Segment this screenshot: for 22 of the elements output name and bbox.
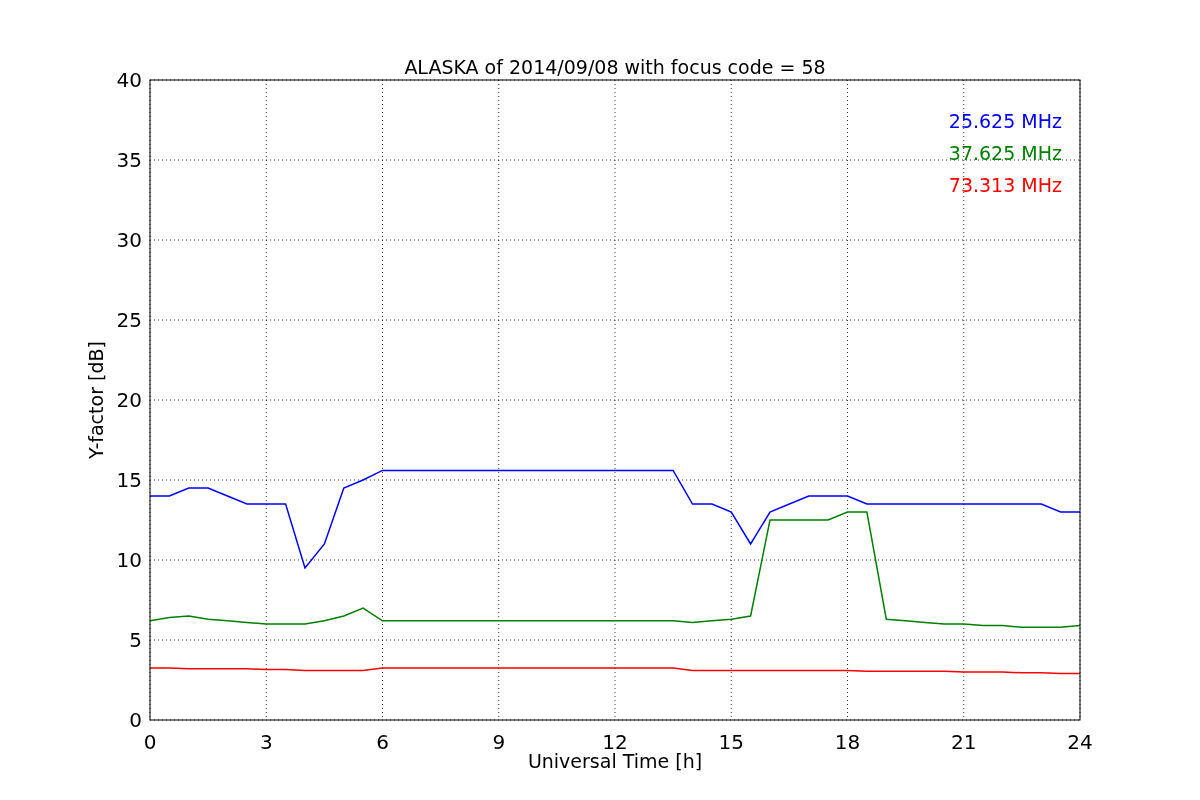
legend-label: 37.625 MHz — [948, 142, 1062, 164]
tick-label: 5 — [129, 628, 142, 652]
tick-label: 15 — [116, 468, 142, 492]
tick-label: 30 — [116, 228, 142, 252]
tick-label: 0 — [129, 708, 142, 732]
y-axis-label: Y-factor [dB] — [85, 341, 107, 459]
chart-title: ALASKA of 2014/09/08 with focus code = 58 — [404, 56, 826, 78]
tick-label: 6 — [376, 730, 389, 754]
tick-label: 3 — [259, 730, 273, 754]
tick-label: 35 — [116, 148, 142, 172]
tick-label: 25 — [116, 308, 142, 332]
tick-label: 21 — [951, 730, 977, 754]
tick-label: 10 — [116, 548, 142, 572]
tick-label: 24 — [1067, 730, 1093, 754]
tick-label: 40 — [116, 68, 142, 92]
tick-label: 0 — [143, 730, 157, 754]
tick-label: 18 — [834, 730, 861, 754]
tick-label: 9 — [492, 730, 506, 754]
tick-label: 20 — [116, 388, 142, 412]
tick-label: 15 — [718, 730, 744, 754]
legend-label: 25.625 MHz — [948, 110, 1062, 132]
legend-label: 73.313 MHz — [948, 174, 1062, 196]
